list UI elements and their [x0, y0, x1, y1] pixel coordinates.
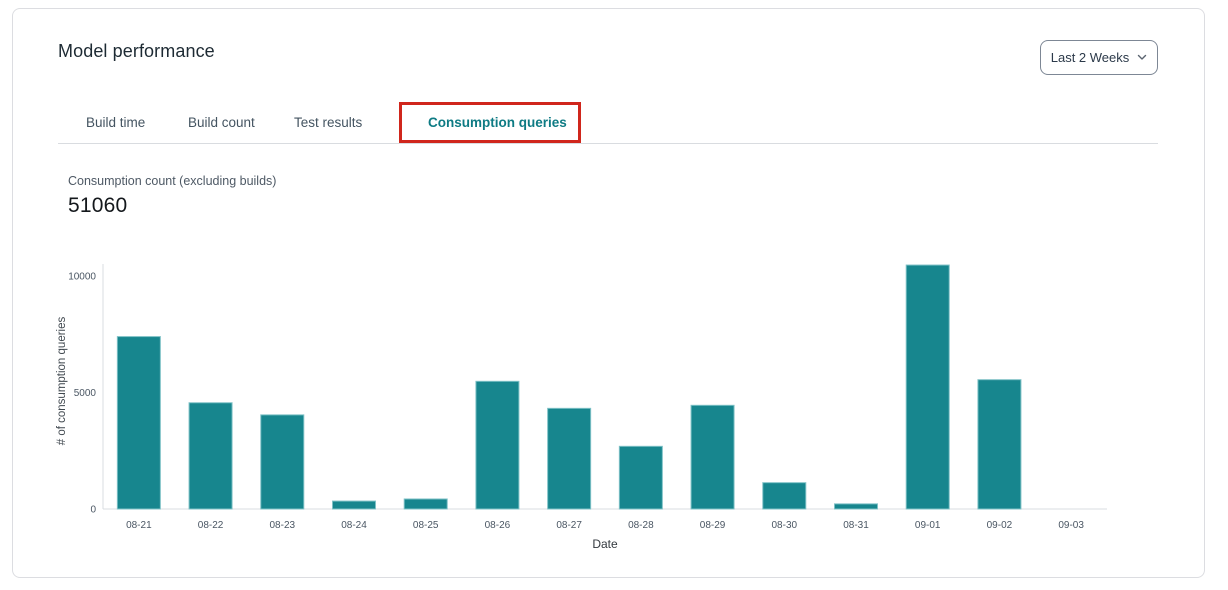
x-tick-label: 08-29: [700, 520, 726, 531]
x-tick-label: 08-27: [556, 520, 582, 531]
x-tick-label: 08-24: [341, 520, 367, 531]
model-performance-card: Model performance Last 2 Weeks Build tim…: [12, 8, 1205, 578]
bar-08-29[interactable]: [691, 405, 734, 509]
y-tick-label: 10000: [68, 272, 96, 283]
x-tick-label: 09-02: [987, 520, 1013, 531]
x-tick-label: 08-22: [198, 520, 224, 531]
x-axis-title: Date: [592, 537, 618, 551]
consumption-queries-chart: 0 5000 10000 08-21 08-22 08-23 08-24 08-25 08-26…: [13, 9, 1206, 579]
bar-09-02[interactable]: [978, 380, 1021, 509]
y-tick-label: 0: [90, 505, 96, 516]
bar-08-25[interactable]: [404, 499, 447, 509]
x-tick-label: 08-23: [269, 520, 295, 531]
x-tick-label: 08-25: [413, 520, 439, 531]
bar-08-24[interactable]: [333, 501, 376, 509]
bar-08-23[interactable]: [261, 415, 304, 509]
y-axis-title: # of consumption queries: [56, 317, 68, 446]
y-tick-label: 5000: [74, 388, 97, 399]
x-tick-label: 08-26: [485, 520, 511, 531]
bar-08-28[interactable]: [619, 446, 662, 509]
bar-08-27[interactable]: [548, 408, 591, 509]
x-tick-label: 08-31: [843, 520, 869, 531]
bar-08-26[interactable]: [476, 381, 519, 509]
x-tick-label: 08-21: [126, 520, 152, 531]
x-tick-label: 09-03: [1058, 520, 1084, 531]
bar-09-01[interactable]: [906, 265, 949, 509]
bar-08-31[interactable]: [835, 504, 878, 509]
bar-08-22[interactable]: [189, 403, 232, 509]
bar-08-30[interactable]: [763, 483, 806, 509]
x-tick-label: 09-01: [915, 520, 941, 531]
x-tick-label: 08-28: [628, 520, 654, 531]
x-tick-label: 08-30: [771, 520, 797, 531]
bar-08-21[interactable]: [117, 337, 160, 509]
